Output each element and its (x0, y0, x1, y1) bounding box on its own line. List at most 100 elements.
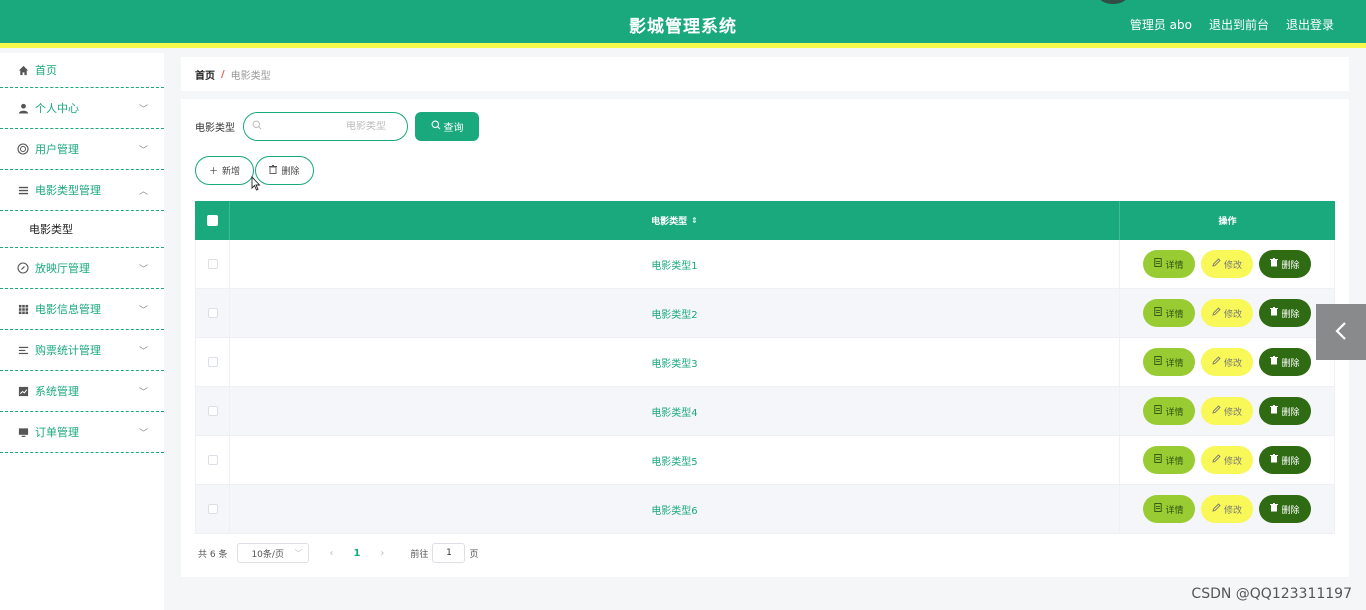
collapse-tab[interactable] (1316, 304, 1366, 360)
chevron-down-icon: ﹀ (138, 306, 148, 316)
row-select-cell (195, 240, 230, 288)
sidebar-item-personal[interactable]: 个人中心 ﹀ (0, 88, 164, 129)
sidebar-item-ticket-stats[interactable]: 购票统计管理 ﹀ (0, 330, 164, 371)
detail-button[interactable]: 详情 (1143, 299, 1195, 327)
sidebar-item-users[interactable]: 用户管理 ﹀ (0, 129, 164, 170)
table-row: 电影类型1 详情 修改 删除 (195, 240, 1335, 289)
delete-button[interactable]: 删除 (1259, 348, 1311, 376)
search-icon (252, 120, 262, 133)
search-input[interactable] (262, 121, 392, 132)
sidebar-subitem-movie-type[interactable]: 电影类型 (0, 211, 164, 248)
search-icon (431, 120, 441, 133)
detail-button[interactable]: 详情 (1143, 348, 1195, 376)
list-icon (17, 344, 29, 356)
chevron-down-icon: ﹀ (294, 548, 303, 558)
sidebar-item-system[interactable]: 系统管理 ﹀ (0, 371, 164, 412)
detail-button-label: 详情 (1165, 505, 1184, 516)
globe-icon (17, 143, 29, 155)
trash-icon (1270, 503, 1279, 515)
row-select-cell (195, 436, 230, 484)
row-checkbox[interactable] (207, 357, 218, 367)
edit-button[interactable]: 修改 (1201, 495, 1253, 523)
table-row: 电影类型5 详情 修改 删除 (195, 436, 1335, 485)
detail-button[interactable]: 详情 (1143, 250, 1195, 278)
row-select-cell (195, 338, 230, 386)
detail-button[interactable]: 详情 (1143, 495, 1195, 523)
query-button[interactable]: 查询 (415, 112, 479, 141)
breadcrumb-home[interactable]: 首页 (195, 67, 215, 82)
column-header-type[interactable]: 电影类型 ⇕ (230, 201, 1120, 240)
trash-icon (1270, 454, 1279, 466)
sidebar-item-home[interactable]: 首页 (0, 53, 164, 88)
row-checkbox[interactable] (207, 504, 218, 514)
pagination: 共 6 条 10条/页 ﹀ ‹ 1 › 前往 1 页 (198, 543, 478, 563)
row-checkbox[interactable] (207, 308, 218, 318)
row-checkbox[interactable] (207, 455, 218, 465)
table-body: 电影类型1 详情 修改 删除 电影类型2 详情 修改 删除 电影类型3 详情 修… (195, 240, 1335, 534)
admin-label: 管理员 abo (1129, 18, 1192, 32)
document-icon (1154, 307, 1163, 319)
detail-button[interactable]: 详情 (1143, 446, 1195, 474)
avatar (1098, 0, 1128, 4)
cell-actions: 详情 修改 删除 (1120, 338, 1335, 386)
pagination-total: 共 6 条 (198, 549, 228, 560)
chart-icon (17, 385, 29, 397)
select-all-cell (195, 201, 230, 240)
edit-button-label: 修改 (1223, 505, 1242, 516)
edit-button-label: 修改 (1223, 309, 1242, 320)
goto-prefix: 前往 (410, 549, 429, 560)
page-number[interactable]: 1 (353, 548, 360, 559)
select-all-checkbox[interactable] (206, 215, 218, 226)
delete-button[interactable]: 删除 (1259, 495, 1311, 523)
breadcrumb-separator: / (221, 68, 225, 80)
sidebar-item-movie-type-mgmt[interactable]: 电影类型管理 ︿ (0, 170, 164, 211)
page-size-select[interactable]: 10条/页 ﹀ (237, 543, 310, 563)
edit-button[interactable]: 修改 (1201, 299, 1253, 327)
pencil-icon (1212, 356, 1221, 368)
sort-icon[interactable]: ⇕ (691, 216, 698, 225)
search-box[interactable] (243, 112, 408, 141)
chevron-left-icon (1335, 321, 1347, 344)
row-select-cell (195, 387, 230, 435)
edit-button[interactable]: 修改 (1201, 446, 1253, 474)
logout-link[interactable]: 退出登录 (1286, 16, 1334, 33)
row-checkbox[interactable] (207, 259, 218, 269)
watermark: CSDN @QQ123311197 (1191, 586, 1352, 602)
cell-actions: 详情 修改 删除 (1120, 436, 1335, 484)
goto-page-input[interactable]: 1 (432, 543, 466, 563)
document-icon (1154, 503, 1163, 515)
edit-button[interactable]: 修改 (1201, 397, 1253, 425)
data-table: 电影类型 ⇕ 操作 电影类型1 详情 修改 删除 电影类型2 详情 修改 删除 … (195, 201, 1335, 534)
user-icon (17, 102, 29, 114)
mouse-cursor (251, 176, 261, 191)
delete-button[interactable]: 删除 (1259, 250, 1311, 278)
goto-page-value: 1 (446, 548, 452, 558)
sidebar-item-movie-info-mgmt[interactable]: 电影信息管理 ﹀ (0, 289, 164, 330)
edit-button[interactable]: 修改 (1201, 250, 1253, 278)
delete-button[interactable]: 删除 (1259, 299, 1311, 327)
add-button[interactable]: ＋ 新增 (195, 156, 254, 185)
cell-actions: 详情 修改 删除 (1120, 240, 1335, 288)
prev-page-button[interactable]: ‹ (329, 548, 333, 559)
compass-icon (17, 262, 29, 274)
sidebar-subitem-label: 电影类型 (29, 223, 73, 236)
table-row: 电影类型6 详情 修改 删除 (195, 485, 1335, 534)
edit-button[interactable]: 修改 (1201, 348, 1253, 376)
grid-icon (17, 303, 29, 315)
delete-button[interactable]: 删除 (1259, 397, 1311, 425)
chevron-down-icon: ﹀ (138, 265, 148, 275)
batch-delete-button[interactable]: 删除 (255, 156, 314, 185)
page-size-value: 10条/页 (251, 549, 284, 560)
query-button-label: 查询 (443, 123, 464, 134)
next-page-button[interactable]: › (380, 548, 384, 559)
cell-movie-type: 电影类型3 (230, 338, 1120, 386)
row-checkbox[interactable] (207, 406, 218, 416)
sidebar-item-hall-mgmt[interactable]: 放映厅管理 ﹀ (0, 248, 164, 289)
chevron-down-icon: ﹀ (138, 347, 148, 357)
delete-button[interactable]: 删除 (1259, 446, 1311, 474)
sidebar-item-orders[interactable]: 订单管理 ﹀ (0, 412, 164, 453)
pencil-icon (1212, 503, 1221, 515)
detail-button[interactable]: 详情 (1143, 397, 1195, 425)
back-to-front-link[interactable]: 退出到前台 (1209, 16, 1269, 33)
sidebar-item-label: 订单管理 (35, 426, 79, 439)
